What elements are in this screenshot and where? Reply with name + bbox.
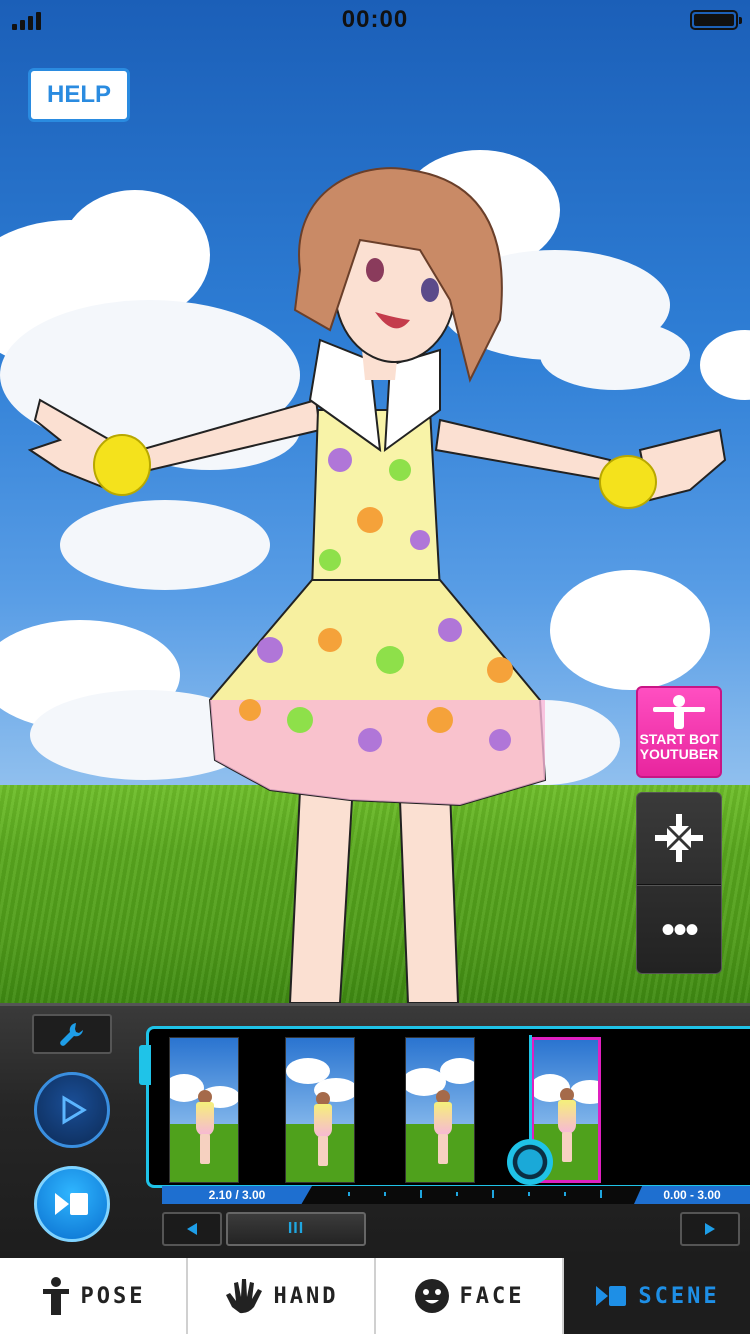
scene-viewport[interactable]: 00:00 HELP START BOT YOUTUBER ••• (0, 0, 750, 1003)
tab-hand-label: HAND (273, 1283, 339, 1309)
t-pose-figure-icon (653, 695, 705, 729)
start-bot-youtuber-button[interactable]: START BOT YOUTUBER (636, 686, 722, 778)
status-time: 00:00 (341, 6, 409, 33)
bottom-tab-bar: POSE HAND FACE SCENE (0, 1258, 750, 1334)
help-button[interactable]: HELP (28, 68, 130, 122)
more-options-button[interactable]: ••• (637, 885, 721, 975)
keyframe-thumbnail[interactable] (405, 1037, 475, 1183)
start-bot-line1: START BOT (639, 731, 719, 747)
range-time-label: 0.00 - 3.00 (634, 1186, 750, 1204)
play-button[interactable] (34, 1072, 110, 1148)
hand-icon (225, 1279, 262, 1314)
tab-scene[interactable]: SCENE (564, 1258, 750, 1334)
tab-hand[interactable]: HAND (188, 1258, 376, 1334)
wrench-icon (60, 1023, 83, 1046)
settings-button[interactable] (32, 1014, 112, 1054)
scroll-left-button[interactable] (162, 1212, 222, 1246)
playhead-handle[interactable] (507, 1139, 553, 1185)
tab-face-label: FACE (459, 1283, 525, 1309)
tab-face[interactable]: FACE (376, 1258, 564, 1334)
time-scale: 2.10 / 3.00 0.00 - 3.00 (162, 1186, 750, 1204)
strip-handle[interactable] (139, 1045, 151, 1085)
battery-icon (690, 10, 742, 30)
timeline-scroll-thumb[interactable]: III (226, 1212, 366, 1246)
tab-pose-label: POSE (80, 1283, 146, 1309)
tab-scene-label: SCENE (638, 1283, 720, 1309)
scroll-right-button[interactable] (680, 1212, 740, 1246)
scene-icon (55, 1193, 88, 1215)
reset-view-button[interactable] (637, 793, 721, 883)
compress-arrows-icon (655, 814, 703, 862)
status-bar: 00:00 (0, 0, 750, 40)
triangle-left-icon (187, 1223, 197, 1235)
scene-record-button[interactable] (34, 1166, 110, 1242)
keyframe-strip[interactable] (139, 1026, 750, 1188)
timeline-panel: 2.10 / 3.00 0.00 - 3.00 III (0, 1003, 750, 1258)
tab-pose[interactable]: POSE (0, 1258, 188, 1334)
person-icon (42, 1277, 69, 1315)
side-panel: ••• (636, 792, 722, 974)
current-time-label: 2.10 / 3.00 (162, 1186, 312, 1204)
keyframe-thumbnail[interactable] (285, 1037, 355, 1183)
triangle-right-icon (705, 1223, 715, 1235)
scene-tab-icon (596, 1286, 627, 1306)
face-icon (414, 1279, 449, 1313)
play-icon (62, 1095, 87, 1125)
start-bot-line2: YOUTUBER (639, 746, 719, 762)
keyframe-thumbnail[interactable] (169, 1037, 239, 1183)
